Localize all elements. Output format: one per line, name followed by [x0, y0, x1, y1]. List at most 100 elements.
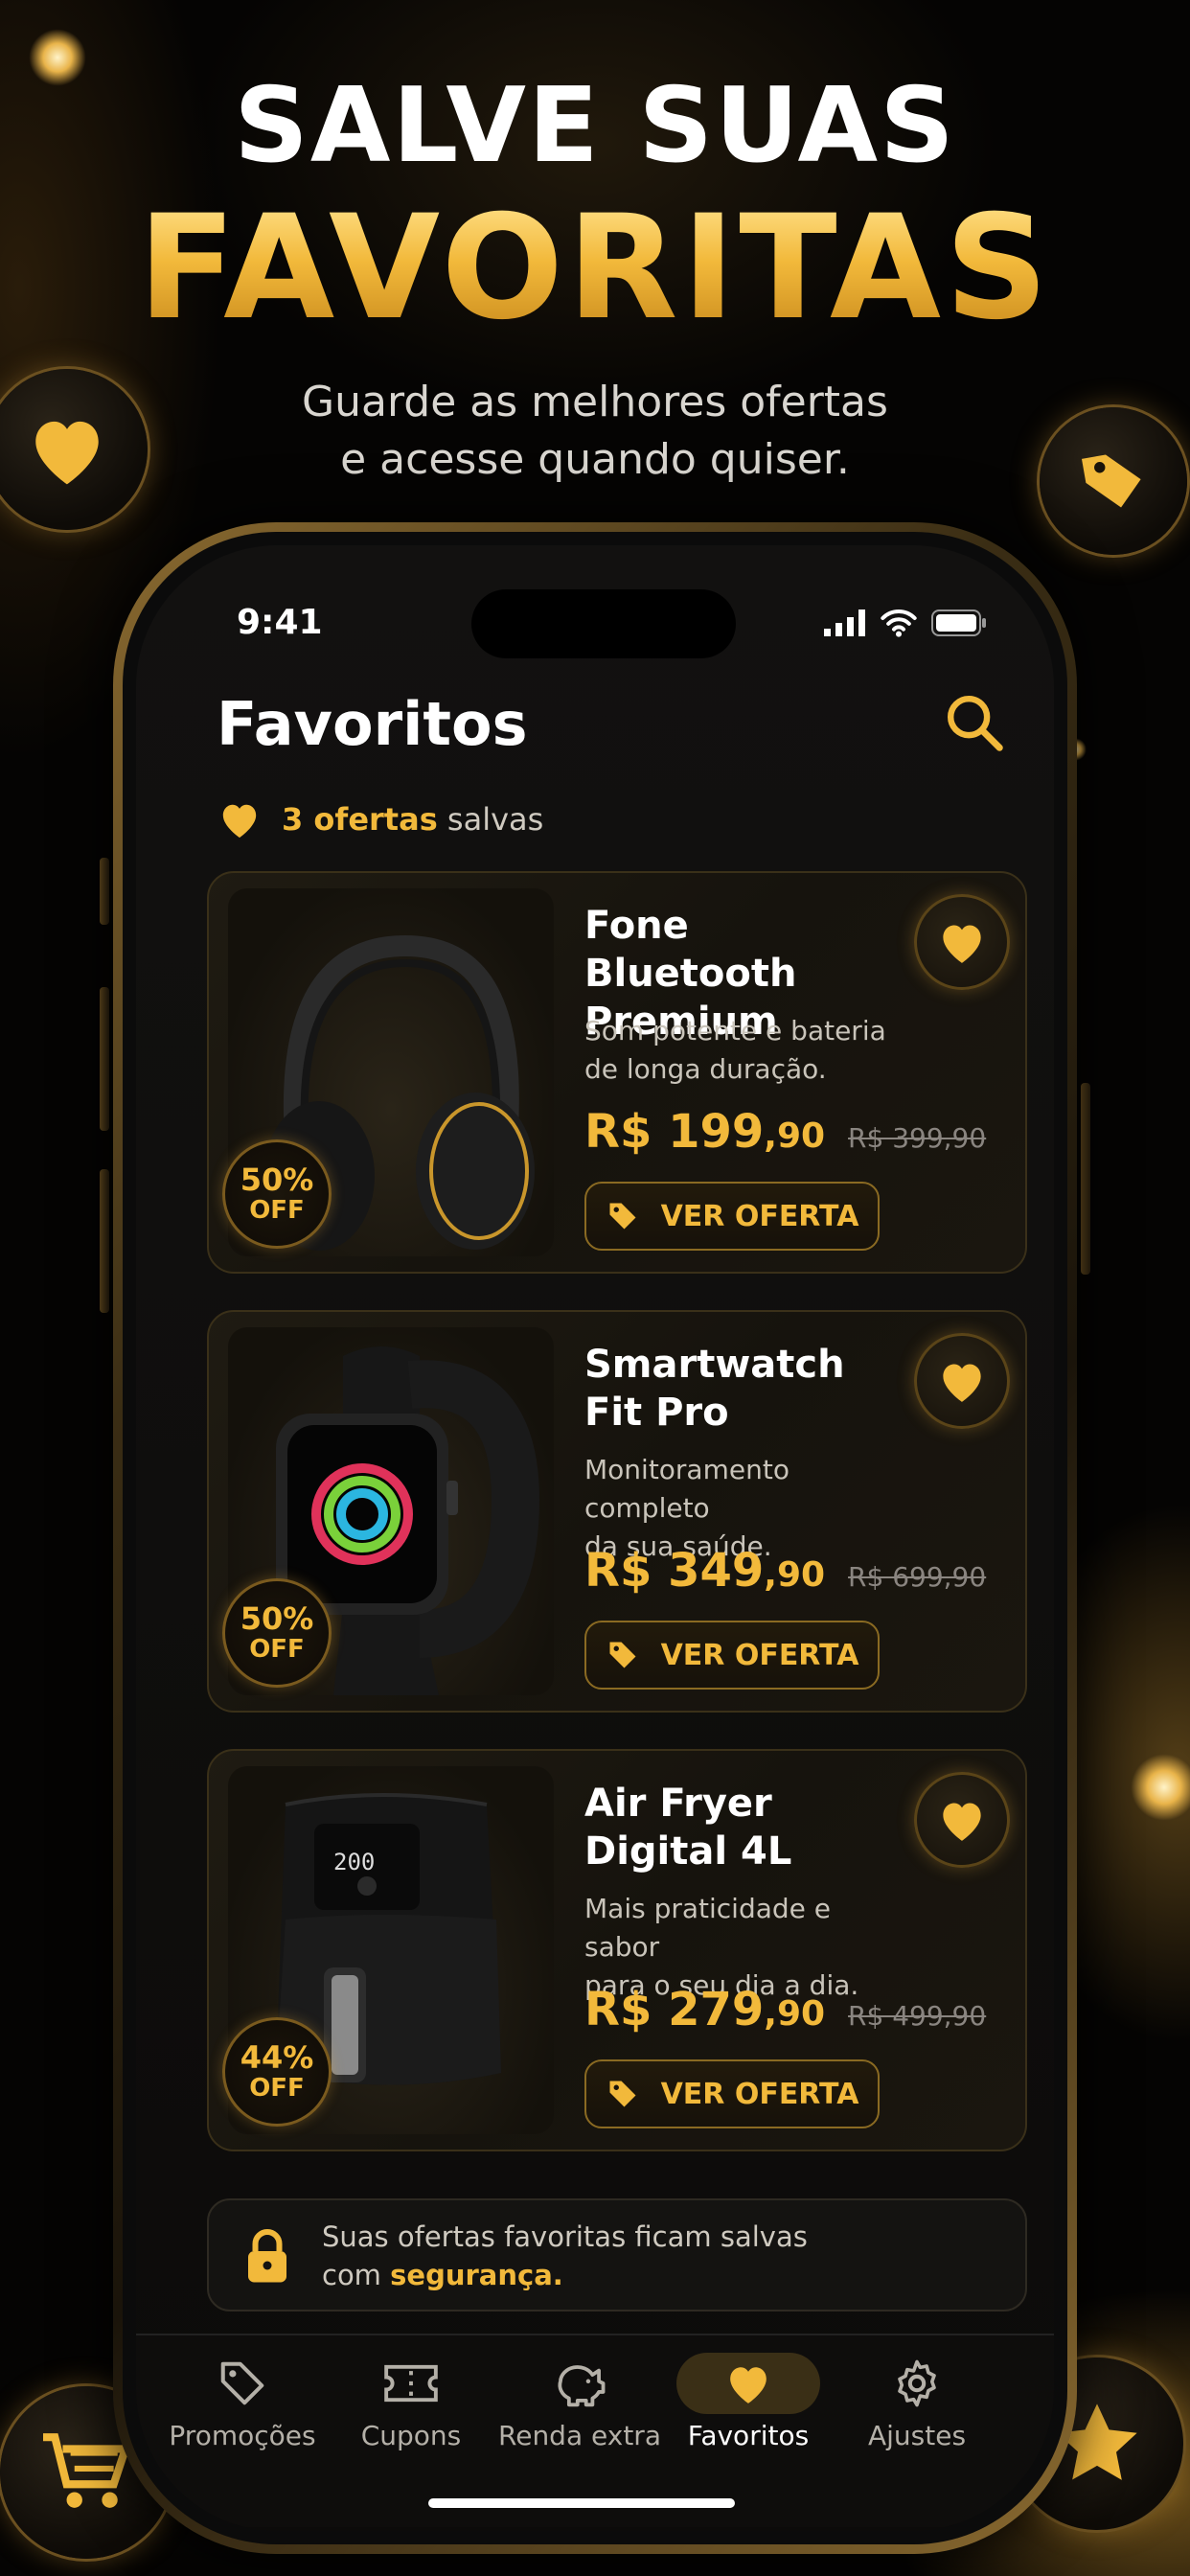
old-price: R$ 699,90	[848, 1561, 987, 1593]
price: R$ 349,90 R$ 699,90	[584, 1544, 986, 1598]
product-name-line1: Smartwatch	[584, 1343, 845, 1387]
tag-icon	[609, 2081, 636, 2107]
heart-icon	[35, 421, 99, 485]
phone-volume-down	[100, 1169, 109, 1313]
current-price-main: R$ 199	[584, 1105, 765, 1159]
price-tag-icon	[1081, 454, 1141, 508]
hero-title-line1: SALVE SUAS	[234, 66, 956, 186]
saved-count-value: 3 ofertas	[282, 801, 438, 838]
product-name-line1: Air Fryer	[584, 1782, 772, 1826]
product-name-line1: Fone Bluetooth	[584, 904, 797, 996]
discount-badge: 50% OFF	[222, 1139, 332, 1249]
saved-count-suffix: salvas	[446, 801, 544, 838]
current-price-cents: ,90	[764, 1994, 826, 2034]
hero-subtitle: Guarde as melhores ofertas e acesse quan…	[0, 374, 1190, 489]
product-name-line2: Fit Pro	[584, 1391, 729, 1435]
product-image-smartwatch: 50% OFF	[222, 1327, 554, 1695]
discount-percent: 50%	[240, 1600, 314, 1638]
discount-off: OFF	[249, 1635, 305, 1665]
price: R$ 279,90 R$ 499,90	[584, 1983, 986, 2036]
tab-label: Promoções	[169, 2420, 316, 2451]
current-price: R$ 199,90	[584, 1105, 825, 1159]
search-button[interactable]	[941, 689, 1008, 756]
ticket-icon	[384, 2364, 438, 2403]
hero-subtitle-line1: Guarde as melhores ofertas	[302, 378, 888, 426]
current-price: R$ 349,90	[584, 1544, 825, 1598]
signal-icon	[824, 610, 865, 636]
current-price-cents: ,90	[764, 1555, 826, 1595]
phone-power-button	[1081, 1083, 1090, 1275]
view-offer-label: VER OFERTA	[660, 2077, 859, 2111]
discount-badge: 50% OFF	[222, 1578, 332, 1688]
heart-icon	[943, 1364, 981, 1402]
phone-screen: 9:41 Favoritos 3 ofertas salvas 50% OFF …	[136, 545, 1054, 2531]
product-description: Som potente e bateria de longa duração.	[584, 1012, 901, 1089]
view-offer-button[interactable]: VER OFERTA	[584, 1182, 880, 1251]
tab-promocoes[interactable]: Promoções	[161, 2353, 324, 2451]
view-offer-label: VER OFERTA	[660, 1638, 859, 1672]
tab-label: Favoritos	[687, 2420, 810, 2451]
search-icon	[948, 696, 1003, 751]
gear-icon	[898, 2359, 936, 2407]
phone-frame: 9:41 Favoritos 3 ofertas salvas 50% OFF …	[113, 522, 1077, 2554]
hero-subtitle-line2: e acesse quando quiser.	[340, 435, 850, 484]
view-offer-button[interactable]: VER OFERTA	[584, 1621, 880, 1690]
product-card[interactable]: 50% OFF Smartwatch Fit Pro Monitoramento …	[207, 1310, 1027, 1713]
old-price: R$ 399,90	[848, 1122, 987, 1154]
tab-ajustes[interactable]: Ajustes	[835, 2353, 998, 2451]
status-bar: 9:41	[136, 589, 1054, 658]
page-title: Favoritos	[217, 689, 528, 759]
sparkle	[1131, 1754, 1190, 1821]
current-price-cents: ,90	[764, 1116, 826, 1156]
discount-off: OFF	[249, 1196, 305, 1226]
product-image-headphones: 50% OFF	[222, 888, 554, 1256]
old-price: R$ 499,90	[848, 2000, 987, 2032]
view-offer-button[interactable]: VER OFERTA	[584, 2059, 880, 2128]
air-fryer-display: 200	[333, 1849, 376, 1875]
current-price-main: R$ 279	[584, 1983, 765, 2036]
cart-icon	[43, 2433, 131, 2508]
product-name: Smartwatch Fit Pro	[584, 1341, 901, 1437]
favorite-button[interactable]	[914, 1333, 1010, 1429]
bottom-tab-bar: Promoções Cupons Renda extra Favoritos A…	[136, 2334, 1054, 2527]
tab-renda-extra[interactable]: Renda extra	[498, 2353, 661, 2451]
tag-icon	[609, 1203, 636, 1230]
favorite-button[interactable]	[914, 1772, 1010, 1868]
home-indicator[interactable]	[428, 2498, 735, 2508]
tab-favoritos[interactable]: Favoritos	[667, 2353, 830, 2451]
favorite-button[interactable]	[914, 894, 1010, 990]
phone-volume-up	[100, 987, 109, 1131]
product-description-line1: Som potente e bateria	[584, 1015, 886, 1046]
product-description-line1: Mais praticidade e sabor	[584, 1893, 832, 1963]
dynamic-island	[471, 589, 736, 658]
product-description-line2: de longa duração.	[584, 1053, 827, 1085]
tab-cupons[interactable]: Cupons	[330, 2353, 492, 2451]
security-notice: Suas ofertas favoritas ficam salvas com …	[207, 2198, 1027, 2312]
discount-badge: 44% OFF	[222, 2017, 332, 2127]
status-time: 9:41	[237, 603, 323, 642]
heart-icon	[730, 2367, 767, 2404]
heart-icon	[943, 1803, 981, 1841]
price: R$ 199,90 R$ 399,90	[584, 1105, 986, 1159]
product-card[interactable]: 200 44% OFF Air Fryer Digital 4L Mais pra…	[207, 1749, 1027, 2151]
wifi-icon	[881, 610, 917, 637]
tab-label: Cupons	[360, 2420, 462, 2451]
product-name-line2: Digital 4L	[584, 1829, 792, 1874]
discount-percent: 50%	[240, 1162, 314, 1199]
current-price-main: R$ 349	[584, 1544, 765, 1598]
discount-percent: 44%	[240, 2039, 314, 2077]
product-card[interactable]: 50% OFF Fone Bluetooth Premium Som potent…	[207, 871, 1027, 1274]
battery-icon	[931, 610, 986, 636]
lock-icon	[248, 2229, 286, 2283]
tab-label: Renda extra	[498, 2420, 661, 2451]
heart-icon	[222, 804, 257, 839]
current-price: R$ 279,90	[584, 1983, 825, 2036]
view-offer-label: VER OFERTA	[660, 1199, 859, 1233]
price-tag-orb	[1040, 407, 1187, 555]
discount-off: OFF	[249, 2074, 305, 2104]
security-notice-prefix: com	[322, 2259, 381, 2291]
tab-label: Ajustes	[867, 2420, 967, 2451]
product-image-air-fryer: 200 44% OFF	[222, 1766, 554, 2134]
phone-side-button	[100, 858, 109, 925]
security-notice-line1: Suas ofertas favoritas ficam salvas	[322, 2220, 808, 2253]
